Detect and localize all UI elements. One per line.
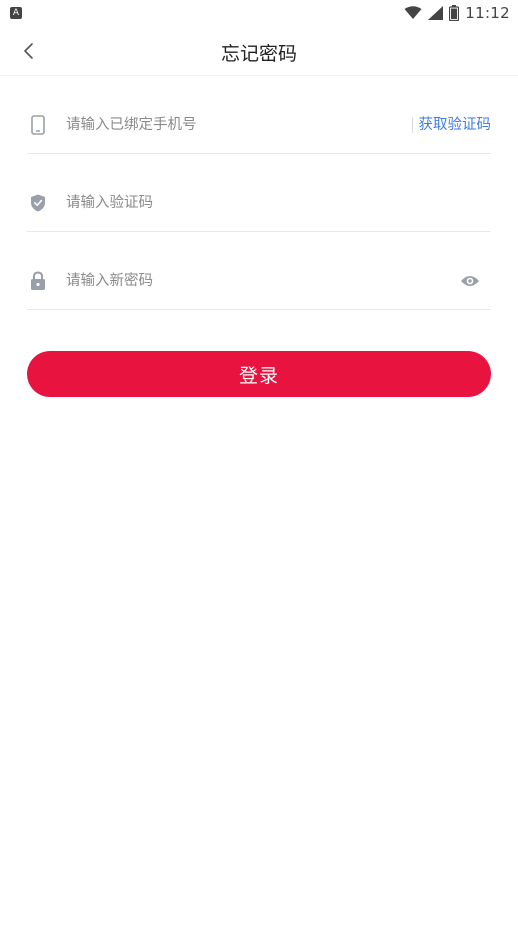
page-title: 忘记密码 (220, 43, 297, 65)
shield-icon (27, 192, 49, 214)
phone-icon (27, 114, 49, 136)
status-bar: A 11:12 (0, 0, 518, 26)
lock-icon (27, 270, 49, 292)
battery-icon (449, 5, 460, 21)
toggle-password-visibility-button[interactable] (457, 270, 483, 292)
status-bar-left: A (10, 7, 22, 19)
wifi-icon (404, 6, 422, 19)
phone-input[interactable] (66, 109, 412, 140)
nav-bar: 忘记密码 (0, 26, 518, 76)
code-field-row (27, 174, 491, 232)
password-field-row (27, 252, 491, 310)
eye-icon (461, 275, 479, 286)
get-code-button[interactable]: 获取验证码 (411, 116, 491, 133)
status-time: 11:12 (465, 4, 510, 22)
forgot-password-form: 获取验证码 (27, 96, 491, 310)
login-button[interactable]: 登录 (27, 351, 491, 397)
cellular-signal-icon (428, 6, 444, 20)
app-notification-icon: A (10, 7, 22, 19)
phone-field-row: 获取验证码 (27, 96, 491, 154)
verification-code-input[interactable] (66, 187, 491, 218)
new-password-input[interactable] (66, 265, 457, 296)
status-bar-right: 11:12 (404, 4, 510, 22)
